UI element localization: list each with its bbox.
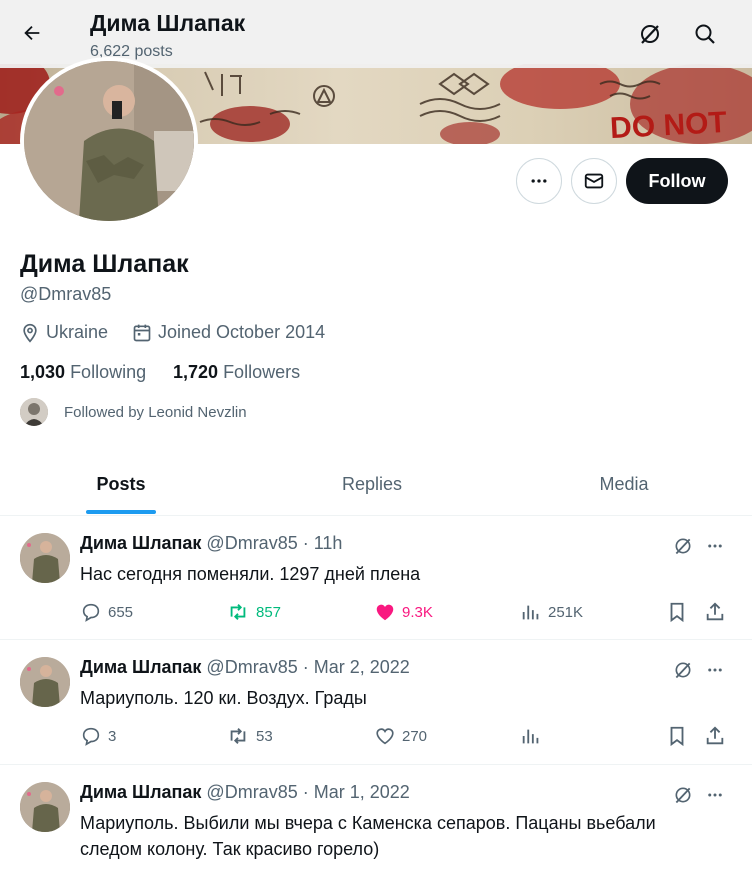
repost-button[interactable]: 857	[226, 601, 281, 623]
followed-by-text: Followed by Leonid Nevzlin	[64, 403, 247, 421]
grok-icon	[675, 662, 691, 679]
grok-icon	[675, 538, 691, 555]
heart-icon	[376, 728, 394, 745]
post-meta: @Dmrav85 · 11h	[206, 533, 343, 553]
repost-icon	[230, 604, 246, 620]
bookmark-button[interactable]	[666, 725, 688, 747]
more-options-button[interactable]	[516, 158, 562, 204]
analytics-icon	[522, 729, 539, 744]
followed-by[interactable]: Followed by Leonid Nevzlin	[20, 398, 247, 426]
post-text-line: следом колону. Так красиво горело)	[80, 839, 380, 859]
post-text-line: Мариуполь. Выбили мы вчера с Каменска се…	[80, 813, 656, 833]
profile-tabs: Posts Replies Media	[0, 452, 752, 516]
reply-count: 3	[108, 727, 117, 745]
grok-button[interactable]	[632, 16, 668, 52]
heart-filled-icon	[376, 604, 394, 621]
follower-avatar	[20, 398, 48, 426]
arrow-left-icon	[24, 25, 40, 41]
post-more-button[interactable]	[700, 780, 730, 810]
followers-link[interactable]: 1,720 Followers	[173, 362, 300, 383]
back-button[interactable]	[14, 15, 50, 51]
reply-icon	[82, 603, 100, 622]
post-text: Мариуполь. 120 ки. Воздух. Грады	[80, 685, 680, 711]
profile-joined-text: Joined October 2014	[158, 322, 326, 342]
like-button[interactable]: 270	[374, 725, 427, 747]
header-title: Дима Шлапак	[90, 10, 246, 36]
calendar-icon	[133, 324, 151, 341]
post-text: Мариуполь. Выбили мы вчера с Каменска се…	[80, 810, 680, 862]
views-button[interactable]: 251K	[520, 601, 583, 623]
tab-media[interactable]: Media	[502, 452, 746, 516]
grok-post-button[interactable]	[668, 655, 698, 685]
following-count: 1,030	[20, 362, 66, 382]
share-icon	[706, 726, 724, 745]
post-avatar[interactable]	[20, 782, 70, 832]
followers-label: Followers	[223, 362, 301, 382]
post-text: Нас сегодня поменяли. 1297 дней плена	[80, 561, 680, 587]
post-more-button[interactable]	[700, 531, 730, 561]
search-button[interactable]	[687, 16, 723, 52]
grok-post-button[interactable]	[668, 780, 698, 810]
repost-icon	[230, 728, 246, 744]
reply-button[interactable]: 3	[80, 725, 116, 747]
post-author-name[interactable]: Дима Шлапак	[80, 533, 201, 553]
like-count: 9.3K	[402, 603, 433, 621]
following-link[interactable]: 1,030 Following	[20, 362, 146, 383]
analytics-icon	[522, 605, 539, 620]
post-meta: @Dmrav85 · Mar 1, 2022	[206, 782, 410, 802]
bookmark-icon	[670, 726, 684, 747]
profile-avatar[interactable]	[20, 57, 198, 225]
more-horizontal-icon	[708, 793, 722, 797]
views-button[interactable]	[520, 725, 542, 747]
post-avatar[interactable]	[20, 657, 70, 707]
bookmark-button[interactable]	[666, 601, 688, 623]
post-author-name[interactable]: Дима Шлапак	[80, 657, 201, 677]
profile-handle: @Dmrav85	[20, 284, 112, 304]
view-count: 251K	[548, 603, 584, 621]
more-horizontal-icon	[708, 544, 722, 548]
share-button[interactable]	[704, 725, 726, 747]
like-count: 270	[402, 727, 428, 745]
message-button[interactable]	[571, 158, 617, 204]
follow-button[interactable]: Follow	[626, 158, 728, 204]
search-icon	[695, 24, 715, 44]
post-item[interactable]: Дима Шлапак @Dmrav85 · Mar 2, 2022 Мариу…	[0, 641, 752, 765]
reply-icon	[82, 727, 100, 746]
post-author-name[interactable]: Дима Шлапак	[80, 782, 201, 802]
repost-count: 53	[256, 727, 273, 745]
post-text-line: Мариуполь. 120 ки. Воздух. Грады	[80, 688, 367, 708]
location-pin-icon	[23, 323, 37, 343]
profile-location-text: Ukraine	[46, 322, 109, 342]
grok-post-button[interactable]	[668, 531, 698, 561]
post-text-line: Нас сегодня поменяли. 1297 дней плена	[80, 564, 421, 584]
profile-joined: Joined October 2014	[132, 322, 325, 343]
tab-replies[interactable]: Replies	[250, 452, 494, 516]
active-tab-indicator	[86, 510, 156, 514]
tab-posts[interactable]: Posts	[0, 452, 242, 516]
profile-name: Дима Шлапак	[20, 250, 189, 278]
post-item[interactable]: Дима Шлапак @Dmrav85 · Mar 1, 2022 Мариу…	[0, 766, 752, 872]
share-button[interactable]	[704, 601, 726, 623]
profile-location: Ukraine	[20, 322, 108, 343]
banner-text: DO NOT	[609, 106, 727, 144]
followers-count: 1,720	[173, 362, 219, 382]
bookmark-icon	[670, 602, 684, 623]
share-icon	[706, 602, 724, 621]
more-horizontal-icon	[531, 179, 547, 183]
more-horizontal-icon	[708, 668, 722, 672]
grok-icon	[675, 787, 691, 804]
envelope-icon	[584, 173, 604, 189]
following-label: Following	[70, 362, 147, 382]
post-more-button[interactable]	[700, 655, 730, 685]
repost-count: 857	[256, 603, 282, 621]
reply-count: 655	[108, 603, 134, 621]
post-item[interactable]: Дима Шлапак @Dmrav85 · 11h Нас сегодня п…	[0, 517, 752, 640]
grok-icon	[641, 25, 659, 44]
like-button[interactable]: 9.3K	[374, 601, 433, 623]
repost-button[interactable]: 53	[226, 725, 273, 747]
post-avatar[interactable]	[20, 533, 70, 583]
reply-button[interactable]: 655	[80, 601, 133, 623]
post-meta: @Dmrav85 · Mar 2, 2022	[206, 657, 410, 677]
